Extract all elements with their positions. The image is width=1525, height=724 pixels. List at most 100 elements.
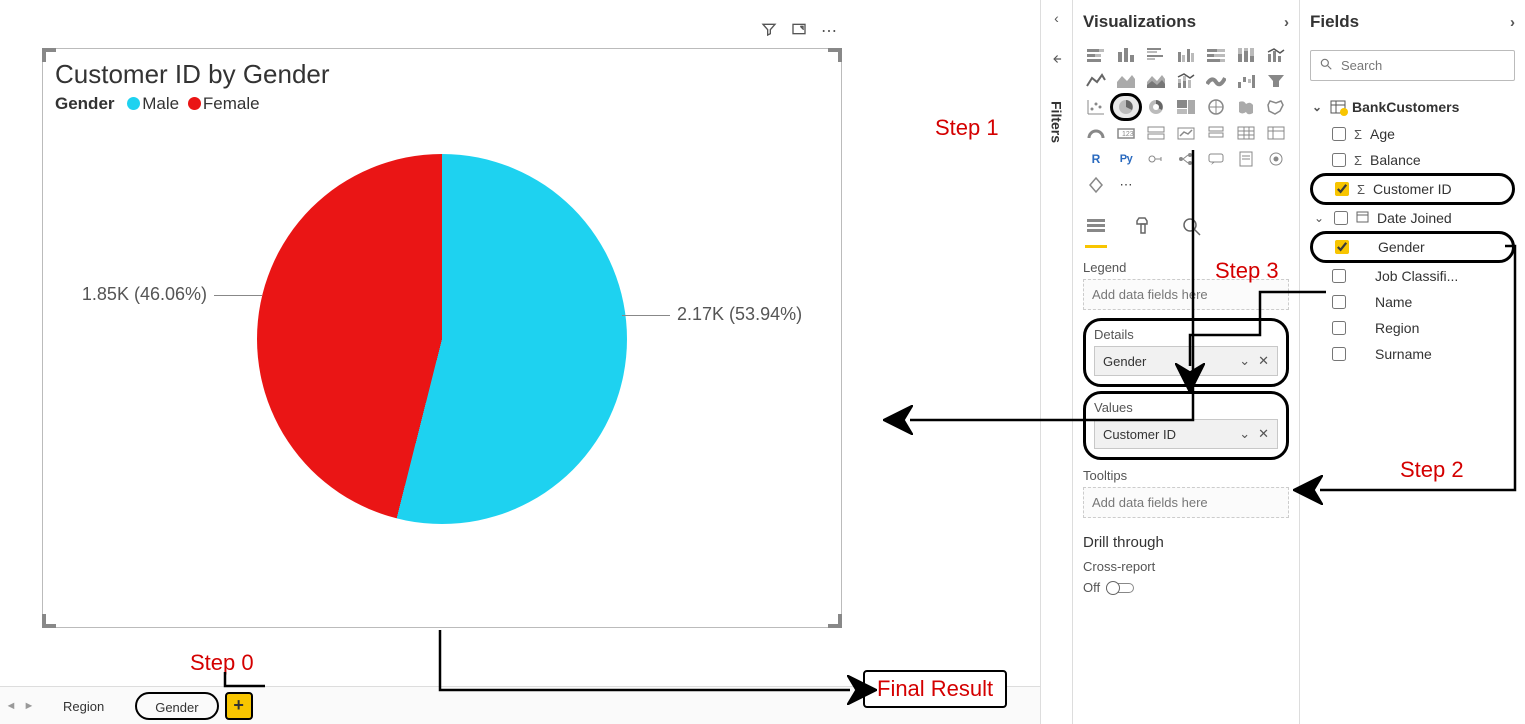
details-well-label: Details	[1094, 327, 1278, 342]
viz-donut-icon[interactable]	[1143, 96, 1169, 118]
details-well-pill[interactable]: Gender ⌄✕	[1094, 346, 1278, 376]
viz-line-icon[interactable]	[1083, 70, 1109, 92]
field-name-checkbox[interactable]	[1332, 295, 1346, 309]
more-options-icon[interactable]: ⋯	[821, 21, 837, 42]
field-date-joined-checkbox[interactable]	[1334, 211, 1348, 225]
viz-python-icon[interactable]: Py	[1113, 148, 1139, 170]
legend-label-female: Female	[203, 94, 260, 113]
field-job-checkbox[interactable]	[1332, 269, 1346, 283]
viz-area-icon[interactable]	[1113, 70, 1139, 92]
viz-100-stacked-bar-icon[interactable]	[1203, 44, 1229, 66]
svg-text:123: 123	[1122, 131, 1134, 138]
filters-pane-collapsed[interactable]: ‹ Filters	[1040, 0, 1072, 724]
field-balance-checkbox[interactable]	[1332, 153, 1346, 167]
resize-handle-bl[interactable]	[42, 614, 56, 628]
pie-chart-visual[interactable]: ⋯ Customer ID by Gender Gender Male Fema…	[42, 48, 842, 628]
fields-search-input[interactable]: Search	[1310, 50, 1515, 81]
chevron-left-icon[interactable]: ‹	[1054, 10, 1059, 26]
table-bankcustomers[interactable]: ⌄ BankCustomers	[1310, 95, 1515, 121]
resize-handle-tr[interactable]	[828, 48, 842, 62]
field-gender-checkbox[interactable]	[1335, 240, 1349, 254]
viz-line-stacked-column-icon[interactable]	[1173, 70, 1199, 92]
tabs-prev-icon[interactable]: ◄	[2, 700, 20, 712]
legend-well[interactable]: Add data fields here	[1083, 279, 1289, 310]
viz-pie-icon[interactable]	[1113, 96, 1139, 118]
values-well-pill[interactable]: Customer ID ⌄✕	[1094, 419, 1278, 449]
field-surname[interactable]: Surname	[1310, 341, 1515, 367]
viz-gauge-icon[interactable]	[1083, 122, 1109, 144]
resize-handle-tl[interactable]	[42, 48, 56, 62]
viz-clustered-bar-icon[interactable]	[1143, 44, 1169, 66]
viz-treemap-icon[interactable]	[1173, 96, 1199, 118]
viz-shape-map-icon[interactable]	[1263, 96, 1289, 118]
viz-get-more-icon[interactable]: ⋯	[1113, 174, 1139, 196]
viz-funnel-icon[interactable]	[1263, 70, 1289, 92]
field-region-checkbox[interactable]	[1332, 321, 1346, 335]
field-surname-checkbox[interactable]	[1332, 347, 1346, 361]
caret-down-icon[interactable]: ⌄	[1312, 211, 1326, 225]
filter-icon[interactable]	[761, 21, 777, 42]
viz-qa-icon[interactable]	[1203, 148, 1229, 170]
visualizations-title: Visualizations	[1083, 12, 1196, 32]
chevron-down-icon[interactable]: ⌄	[1239, 353, 1250, 369]
viz-clustered-column-icon[interactable]	[1173, 44, 1199, 66]
filters-label[interactable]: Filters	[1049, 101, 1065, 143]
sheet-tab-region[interactable]: Region	[44, 692, 123, 720]
viz-waterfall-icon[interactable]	[1233, 70, 1259, 92]
viz-stacked-column-icon[interactable]	[1113, 44, 1139, 66]
field-customer-id-checkbox[interactable]	[1335, 182, 1349, 196]
tabs-next-icon[interactable]: ►	[20, 700, 38, 712]
toggle-label: Off	[1083, 580, 1100, 595]
viz-multi-row-card-icon[interactable]	[1143, 122, 1169, 144]
field-date-joined-label: Date Joined	[1377, 210, 1452, 226]
add-sheet-button[interactable]: +	[225, 692, 253, 720]
field-gender-label: Gender	[1378, 239, 1425, 255]
viz-decomposition-tree-icon[interactable]	[1173, 148, 1199, 170]
viz-map-icon[interactable]	[1203, 96, 1229, 118]
remove-field-icon[interactable]: ✕	[1258, 353, 1269, 369]
field-name[interactable]: Name	[1310, 289, 1515, 315]
viz-line-column-icon[interactable]	[1263, 44, 1289, 66]
focus-mode-icon[interactable]	[791, 21, 807, 42]
report-canvas[interactable]: ⋯ Customer ID by Gender Gender Male Fema…	[0, 0, 1040, 670]
chevron-down-icon[interactable]: ⌄	[1239, 426, 1250, 442]
viz-arcgis-icon[interactable]	[1263, 148, 1289, 170]
field-date-joined[interactable]: ⌄ Date Joined	[1310, 205, 1515, 231]
cross-report-toggle[interactable]: Off	[1083, 580, 1134, 595]
chevron-right-icon[interactable]: ›	[1284, 14, 1289, 31]
field-region[interactable]: Region	[1310, 315, 1515, 341]
sheet-tab-gender[interactable]: Gender	[135, 692, 218, 720]
remove-field-icon[interactable]: ✕	[1258, 426, 1269, 442]
fields-tab-icon[interactable]	[1085, 216, 1107, 248]
viz-kpi-icon[interactable]	[1173, 122, 1199, 144]
viz-r-script-icon[interactable]: R	[1083, 148, 1109, 170]
field-age[interactable]: Σ Age	[1310, 121, 1515, 147]
viz-matrix-icon[interactable]	[1263, 122, 1289, 144]
chevron-right-icon[interactable]: ›	[1510, 14, 1515, 31]
field-job[interactable]: Job Classifi...	[1310, 263, 1515, 289]
format-tab-icon[interactable]	[1133, 216, 1155, 248]
pie-chart[interactable]	[257, 154, 627, 524]
viz-filled-map-icon[interactable]	[1233, 96, 1259, 118]
viz-stacked-area-icon[interactable]	[1143, 70, 1169, 92]
viz-ribbon-icon[interactable]	[1203, 70, 1229, 92]
field-gender[interactable]: Gender	[1310, 231, 1515, 263]
field-balance[interactable]: Σ Balance	[1310, 147, 1515, 173]
viz-100-stacked-column-icon[interactable]	[1233, 44, 1259, 66]
values-well-label: Values	[1094, 400, 1278, 415]
expand-filters-icon[interactable]	[1050, 52, 1064, 69]
field-customer-id[interactable]: Σ Customer ID	[1310, 173, 1515, 205]
viz-paginated-icon[interactable]	[1233, 148, 1259, 170]
viz-stacked-bar-icon[interactable]	[1083, 44, 1109, 66]
tooltips-well[interactable]: Add data fields here	[1083, 487, 1289, 518]
viz-slicer-icon[interactable]	[1203, 122, 1229, 144]
viz-table-icon[interactable]	[1233, 122, 1259, 144]
viz-scatter-icon[interactable]	[1083, 96, 1109, 118]
field-age-checkbox[interactable]	[1332, 127, 1346, 141]
viz-key-influencers-icon[interactable]	[1143, 148, 1169, 170]
visualizations-pane: Visualizations › 123	[1072, 0, 1299, 724]
viz-powerapps-icon[interactable]	[1083, 174, 1109, 196]
viz-card-icon[interactable]: 123	[1113, 122, 1139, 144]
analytics-tab-icon[interactable]	[1181, 216, 1203, 248]
resize-handle-br[interactable]	[828, 614, 842, 628]
